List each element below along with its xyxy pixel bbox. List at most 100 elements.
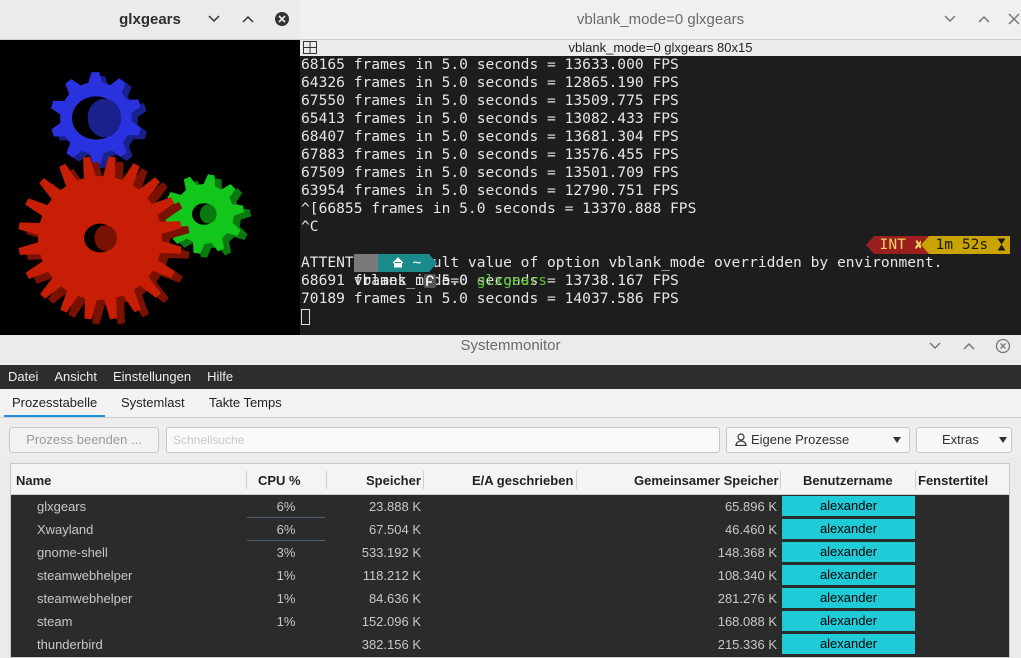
shared-memory: 215.336 K bbox=[717, 637, 777, 652]
glxgears-window[interactable]: glxgears bbox=[0, 0, 300, 338]
end-process-button[interactable]: Prozess beenden ... bbox=[9, 427, 159, 453]
fedora-logo-icon bbox=[424, 274, 437, 288]
blue-gear bbox=[51, 72, 147, 168]
gears-render bbox=[18, 72, 251, 325]
maximize-button[interactable] bbox=[959, 336, 979, 356]
menu-view[interactable]: Ansicht bbox=[54, 369, 97, 384]
process-name: steamwebhelper bbox=[37, 591, 133, 606]
shared-memory: 46.460 K bbox=[724, 522, 777, 537]
maximize-button[interactable] bbox=[238, 9, 258, 29]
prompt-status: INT ✘ 1m 52s bbox=[865, 236, 1010, 254]
chevron-down-icon bbox=[208, 15, 220, 23]
output-line: 67883 frames in 5.0 seconds = 13576.455 … bbox=[301, 146, 679, 163]
terminal-subtitle: vblank_mode=0 glxgears 80x15 bbox=[568, 40, 753, 55]
table-row[interactable]: steam 1% 152.096 K 168.088 K alexander bbox=[11, 610, 1009, 633]
minimize-button[interactable] bbox=[204, 9, 224, 29]
cpu-usage: 6% bbox=[276, 522, 296, 537]
distro-segment bbox=[353, 254, 437, 288]
sysmon-titlebar[interactable]: Systemmonitor bbox=[0, 335, 1021, 365]
menu-help[interactable]: Hilfe bbox=[207, 369, 233, 384]
terminal-titlebar[interactable]: vblank_mode=0 glxgears bbox=[300, 0, 1021, 40]
output-line: 68407 frames in 5.0 seconds = 13681.304 … bbox=[301, 128, 679, 145]
duration-text: 1m 52s bbox=[935, 236, 989, 253]
chevron-up-icon bbox=[963, 342, 975, 350]
extras-dropdown[interactable]: Extras bbox=[916, 427, 1012, 453]
chevron-up-icon bbox=[978, 15, 990, 23]
hourglass-icon bbox=[997, 238, 1006, 251]
column-separator[interactable] bbox=[326, 471, 327, 489]
process-filter-dropdown[interactable]: Eigene Prozesse bbox=[726, 427, 910, 453]
menu-bar: Datei Ansicht Einstellungen Hilfe bbox=[0, 365, 1021, 389]
username: alexander bbox=[782, 634, 915, 654]
column-username[interactable]: Benutzername bbox=[803, 464, 893, 494]
home-icon bbox=[392, 257, 404, 268]
column-io-written[interactable]: E/A geschrieben bbox=[472, 464, 573, 494]
green-gear bbox=[164, 174, 251, 258]
segment-separator bbox=[865, 236, 874, 254]
window-title: vblank_mode=0 glxgears bbox=[576, 11, 745, 28]
column-separator[interactable] bbox=[423, 471, 424, 489]
output-line: 64326 frames in 5.0 seconds = 12865.190 … bbox=[301, 74, 679, 91]
process-table[interactable]: Name CPU % Speicher E/A geschrieben Geme… bbox=[10, 463, 1010, 658]
menu-file[interactable]: Datei bbox=[8, 369, 38, 384]
output-line: 63954 frames in 5.0 seconds = 12790.751 … bbox=[301, 182, 679, 199]
cpu-usage: 1% bbox=[276, 568, 296, 583]
terminal-output[interactable]: 68165 frames in 5.0 seconds = 13633.000 … bbox=[301, 56, 1021, 335]
memory-usage: 152.096 K bbox=[361, 614, 421, 629]
shared-memory: 148.368 K bbox=[717, 545, 777, 560]
column-separator[interactable] bbox=[246, 471, 247, 489]
column-separator[interactable] bbox=[780, 471, 781, 489]
minimize-button[interactable] bbox=[940, 9, 960, 29]
terminal-window[interactable]: vblank_mode=0 glxgears vblank_mode=0 glx… bbox=[300, 0, 1021, 335]
process-name: steam bbox=[37, 614, 73, 629]
menu-settings[interactable]: Einstellungen bbox=[113, 369, 191, 384]
close-icon bbox=[995, 338, 1011, 354]
column-shared-memory[interactable]: Gemeinsamer Speicher bbox=[634, 464, 779, 494]
shared-memory: 65.896 K bbox=[724, 499, 777, 514]
output-line: 68165 frames in 5.0 seconds = 13633.000 … bbox=[301, 56, 679, 73]
table-row[interactable]: gnome-shell 3% 533.192 K 148.368 K alexander bbox=[11, 541, 1009, 564]
table-row[interactable]: steamwebhelper 1% 84.636 K 281.276 K alexand… bbox=[11, 587, 1009, 610]
glxgears-titlebar[interactable]: glxgears bbox=[0, 0, 300, 40]
output-line: 67509 frames in 5.0 seconds = 13501.709 … bbox=[301, 164, 679, 181]
process-name: steamwebhelper bbox=[37, 568, 133, 583]
username: alexander bbox=[782, 542, 915, 562]
system-monitor-window[interactable]: Systemmonitor Datei Ansicht Einstellungen H… bbox=[0, 335, 1021, 658]
process-name: thunderbird bbox=[37, 637, 103, 652]
username: alexander bbox=[782, 496, 915, 516]
close-button[interactable] bbox=[272, 9, 292, 29]
tab-process-table[interactable]: Prozesstabelle bbox=[4, 389, 106, 417]
table-row[interactable]: glxgears 6% 23.888 K 65.896 K alexander bbox=[11, 495, 1009, 518]
column-separator[interactable] bbox=[576, 471, 577, 489]
username: alexander bbox=[782, 519, 915, 539]
column-separator[interactable] bbox=[915, 471, 916, 489]
extras-label: Extras bbox=[942, 432, 979, 447]
table-body: glxgears 6% 23.888 K 65.896 Kalexander Xwayl… bbox=[11, 495, 1009, 656]
close-icon bbox=[1008, 13, 1020, 25]
window-title: Systemmonitor bbox=[460, 337, 561, 354]
close-button[interactable] bbox=[993, 336, 1013, 356]
chevron-down-icon bbox=[929, 342, 941, 350]
shared-memory: 281.276 K bbox=[717, 591, 777, 606]
duration: 1m 52s bbox=[929, 236, 1010, 254]
column-window-title[interactable]: Fenstertitel bbox=[918, 464, 988, 494]
close-icon bbox=[275, 12, 289, 26]
search-input[interactable] bbox=[167, 428, 719, 452]
column-name[interactable]: Name bbox=[16, 464, 51, 494]
shared-memory: 108.340 K bbox=[717, 568, 777, 583]
table-row[interactable]: thunderbird 382.156 K 215.336 K alexander bbox=[11, 633, 1009, 656]
username: alexander bbox=[782, 565, 915, 585]
chevron-down-icon bbox=[999, 437, 1007, 443]
tab-bar: Prozesstabelle Systemlast Takte Temps bbox=[0, 389, 1021, 418]
user-icon bbox=[735, 433, 747, 446]
maximize-button[interactable] bbox=[974, 9, 994, 29]
tab-system-load[interactable]: Systemlast bbox=[121, 389, 185, 417]
minimize-button[interactable] bbox=[925, 336, 945, 356]
close-button[interactable] bbox=[1004, 9, 1021, 29]
column-cpu[interactable]: CPU % bbox=[258, 464, 301, 494]
column-memory[interactable]: Speicher bbox=[366, 464, 421, 494]
table-row[interactable]: steamwebhelper 1% 118.212 K 108.340 K alexan… bbox=[11, 564, 1009, 587]
quick-search[interactable] bbox=[166, 427, 720, 453]
tab-clocks-temps[interactable]: Takte Temps bbox=[209, 389, 282, 417]
table-row[interactable]: Xwayland 6% 67.504 K 46.460 K alexander bbox=[11, 518, 1009, 541]
